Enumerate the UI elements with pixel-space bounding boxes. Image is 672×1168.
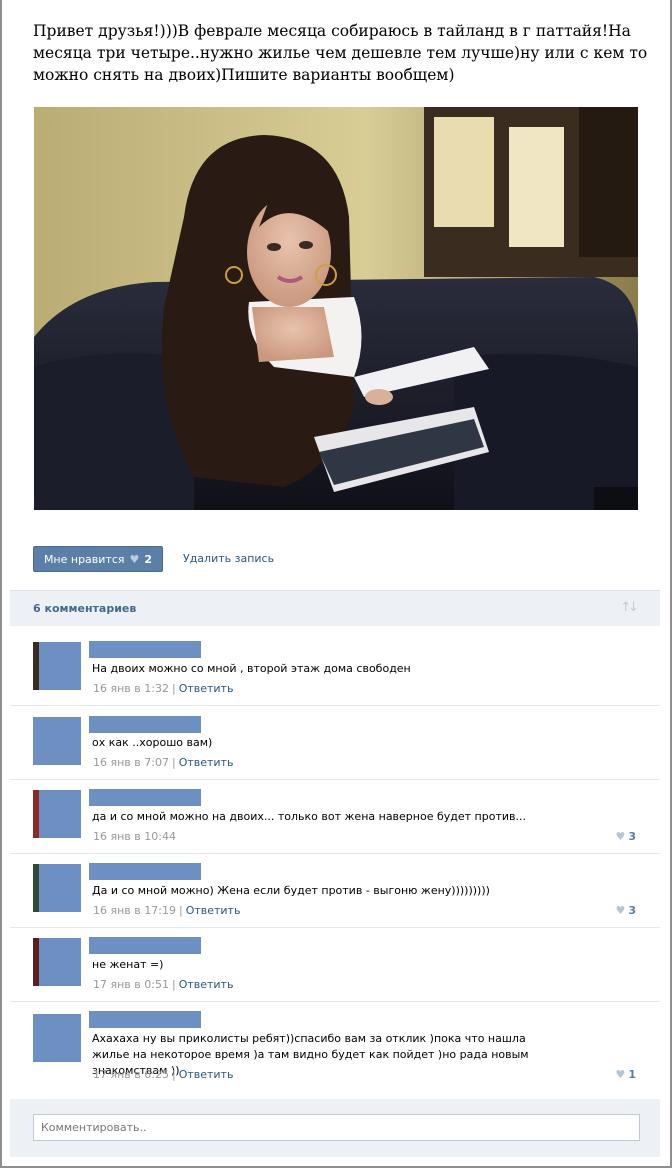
reply-link[interactable]: Ответить (179, 756, 234, 769)
comment-date[interactable]: 16 янв в 7:07 (93, 756, 169, 769)
comment-text: Да и со мной можно) Жена если будет прот… (92, 884, 490, 897)
heart-icon: ♥ (615, 1068, 626, 1081)
author-name[interactable] (89, 789, 201, 806)
comment-like-count: 3 (628, 904, 636, 917)
comment-meta: 16 янв в 7:07 | Ответить (93, 756, 234, 769)
sort-order-icon[interactable]: ↑↓ (620, 600, 639, 615)
avatar[interactable] (33, 1014, 81, 1062)
comment-like-button[interactable]: ♥ 3 (615, 904, 636, 917)
comment-form (10, 1099, 660, 1157)
heart-icon: ♥ (129, 552, 140, 566)
comment-like-button[interactable]: ♥ 3 (615, 830, 636, 843)
comments-count: 6 комментариев (33, 602, 137, 615)
comment-date[interactable]: 16 янв в 10:44 (93, 830, 176, 843)
comment-like-count: 3 (628, 830, 636, 843)
comment-text: не женат =) (92, 958, 164, 971)
comment-date[interactable]: 17 янв в 0:51 (93, 978, 169, 991)
comment-input[interactable] (33, 1114, 640, 1141)
comment-item: Да и со мной можно) Жена если будет прот… (10, 854, 660, 928)
comment-date[interactable]: 17 янв в 6:25 (93, 1068, 169, 1081)
comment-meta: 16 янв в 10:44 (93, 830, 176, 843)
author-name[interactable] (89, 716, 201, 733)
comment-item: Ахахаха ну вы приколисты ребят))спасибо … (10, 1002, 660, 1094)
avatar[interactable] (33, 938, 81, 986)
reply-link[interactable]: Ответить (186, 904, 241, 917)
author-name[interactable] (89, 863, 201, 880)
comment-text: На двоих можно со мной , второй этаж дом… (92, 662, 411, 675)
reply-link[interactable]: Ответить (179, 1068, 234, 1081)
post-photo[interactable] (34, 107, 638, 510)
comment-date[interactable]: 16 янв в 17:19 (93, 904, 176, 917)
comment-date[interactable]: 16 янв в 1:32 (93, 682, 169, 695)
reply-link[interactable]: Ответить (179, 978, 234, 991)
comment-item: не женат =) 17 янв в 0:51 | Ответить (10, 928, 660, 1002)
comment-meta: 16 янв в 17:19 | Ответить (93, 904, 241, 917)
author-name[interactable] (89, 1011, 201, 1028)
comment-text: ох как ..хорошо вам) (92, 736, 213, 749)
comment-like-button[interactable]: ♥ 1 (615, 1068, 636, 1081)
like-label: Мне нравится (43, 552, 125, 566)
comment-item: ох как ..хорошо вам) 16 янв в 7:07 | Ответ… (10, 706, 660, 780)
avatar[interactable] (33, 642, 81, 690)
comment-item: На двоих можно со мной , второй этаж дом… (10, 632, 660, 706)
comment-meta: 17 янв в 0:51 | Ответить (93, 978, 234, 991)
avatar[interactable] (33, 864, 81, 912)
comments-header: 6 комментариев ↑↓ (10, 590, 660, 626)
comment-text: да и со мной можно на двоих... только во… (92, 810, 526, 823)
comment-meta: 17 янв в 6:25 | Ответить (93, 1068, 234, 1081)
heart-icon: ♥ (615, 904, 626, 917)
post-text: Привет друзья!)))В феврале месяца собира… (33, 22, 648, 84)
like-button[interactable]: Мне нравится ♥ 2 (33, 546, 163, 572)
comment-like-count: 1 (628, 1068, 636, 1081)
comment-item: да и со мной можно на двоих... только во… (10, 780, 660, 854)
like-count: 2 (144, 552, 153, 566)
author-name[interactable] (89, 937, 201, 954)
photo-image (34, 107, 638, 510)
author-name[interactable] (89, 641, 201, 658)
heart-icon: ♥ (615, 830, 626, 843)
reply-link[interactable]: Ответить (179, 682, 234, 695)
avatar[interactable] (33, 790, 81, 838)
delete-post-link[interactable]: Удалить запись (183, 552, 274, 565)
comment-meta: 16 янв в 1:32 | Ответить (93, 682, 234, 695)
avatar[interactable] (33, 717, 81, 765)
